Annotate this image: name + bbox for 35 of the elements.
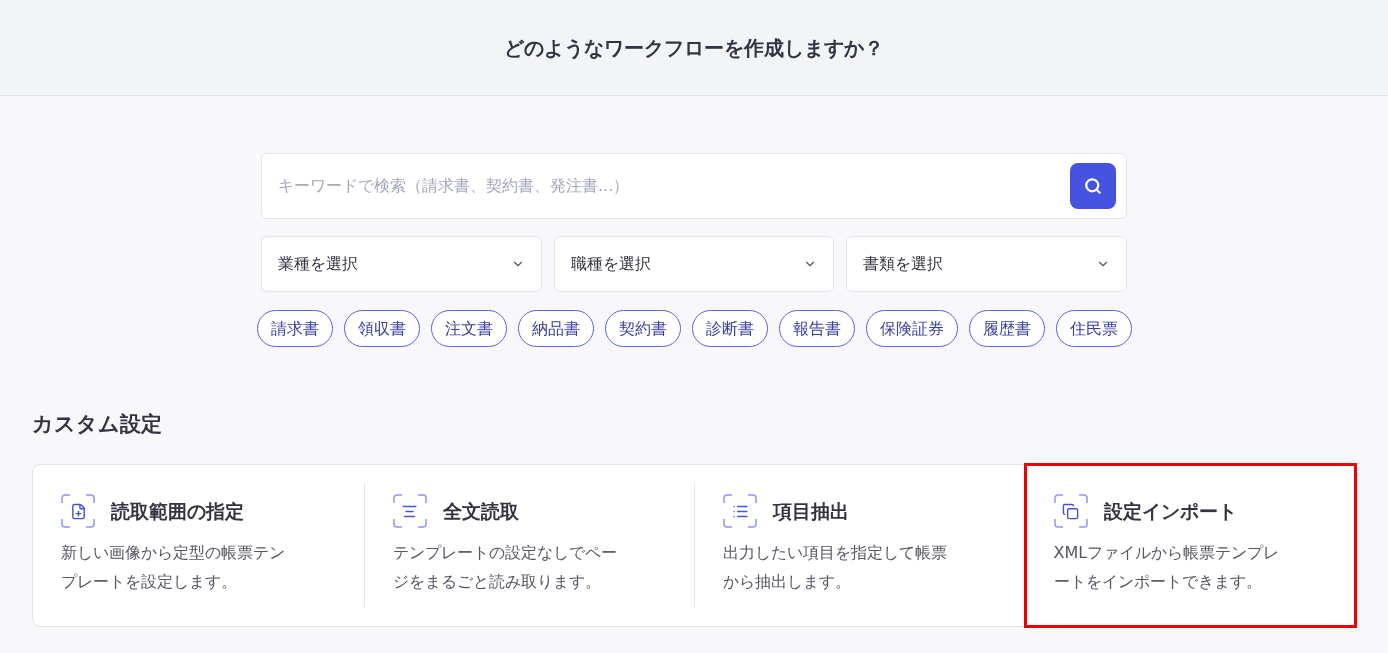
search-field[interactable]: キーワードで検索（請求書、契約書、発注書...） [261,153,1127,219]
document-tag[interactable]: 保険証券 [865,310,958,347]
search-icon [1084,177,1102,195]
setting-option[interactable]: 全文読取 テンプレートの設定なしでページをまるごと読み取ります。 [364,464,694,626]
filter-dropdown[interactable]: 職種を選択 [553,236,835,292]
document-tag[interactable]: 住民票 [1055,310,1132,347]
option-description: 出力したい項目を指定して帳票から抽出します。 [723,542,948,593]
option-title: 項目抽出 [773,498,849,524]
setting-option[interactable]: 項目抽出 出力したい項目を指定して帳票から抽出します。 [695,464,1025,626]
document-tag[interactable]: 納品書 [517,310,594,347]
text-lines-icon [392,494,427,528]
page-title: どのようなワークフローを作成しますか？ [504,34,884,62]
option-description: テンプレートの設定なしでページをまるごと読み取ります。 [392,542,618,593]
document-tag[interactable]: 注文書 [430,310,507,347]
search-input[interactable]: キーワードで検索（請求書、契約書、発注書...） [278,174,1070,198]
option-title: 設定インポート [1103,498,1237,524]
option-description: 新しい画像から定型の帳票テンプレートを設定します。 [61,542,286,593]
option-title: 全文読取 [442,498,519,524]
filter-dropdown[interactable]: 書類を選択 [846,236,1127,292]
document-tag[interactable]: 診断書 [691,310,768,347]
option-title: 読取範囲の指定 [111,498,244,524]
list-icon [723,494,757,528]
document-tag[interactable]: 履歴書 [968,310,1045,347]
file-plus-icon [61,494,95,528]
section-title: カスタム設定 [32,411,163,438]
setting-option[interactable]: 設定インポート XMLファイルから帳票テンプレートをインポートできます。 [1025,464,1355,626]
copy-icon [1053,494,1088,528]
filter-dropdown[interactable]: 業種を選択 [261,236,542,292]
document-tag[interactable]: 領収書 [343,310,420,347]
document-tag[interactable]: 契約書 [604,310,681,347]
document-tag[interactable]: 請求書 [256,310,333,347]
document-tag[interactable]: 報告書 [778,310,855,347]
search-button[interactable] [1070,163,1116,209]
setting-option[interactable]: 読取範囲の指定 新しい画像から定型の帳票テンプレートを設定します。 [33,464,364,626]
option-description: XMLファイルから帳票テンプレートをインポートできます。 [1053,542,1281,593]
